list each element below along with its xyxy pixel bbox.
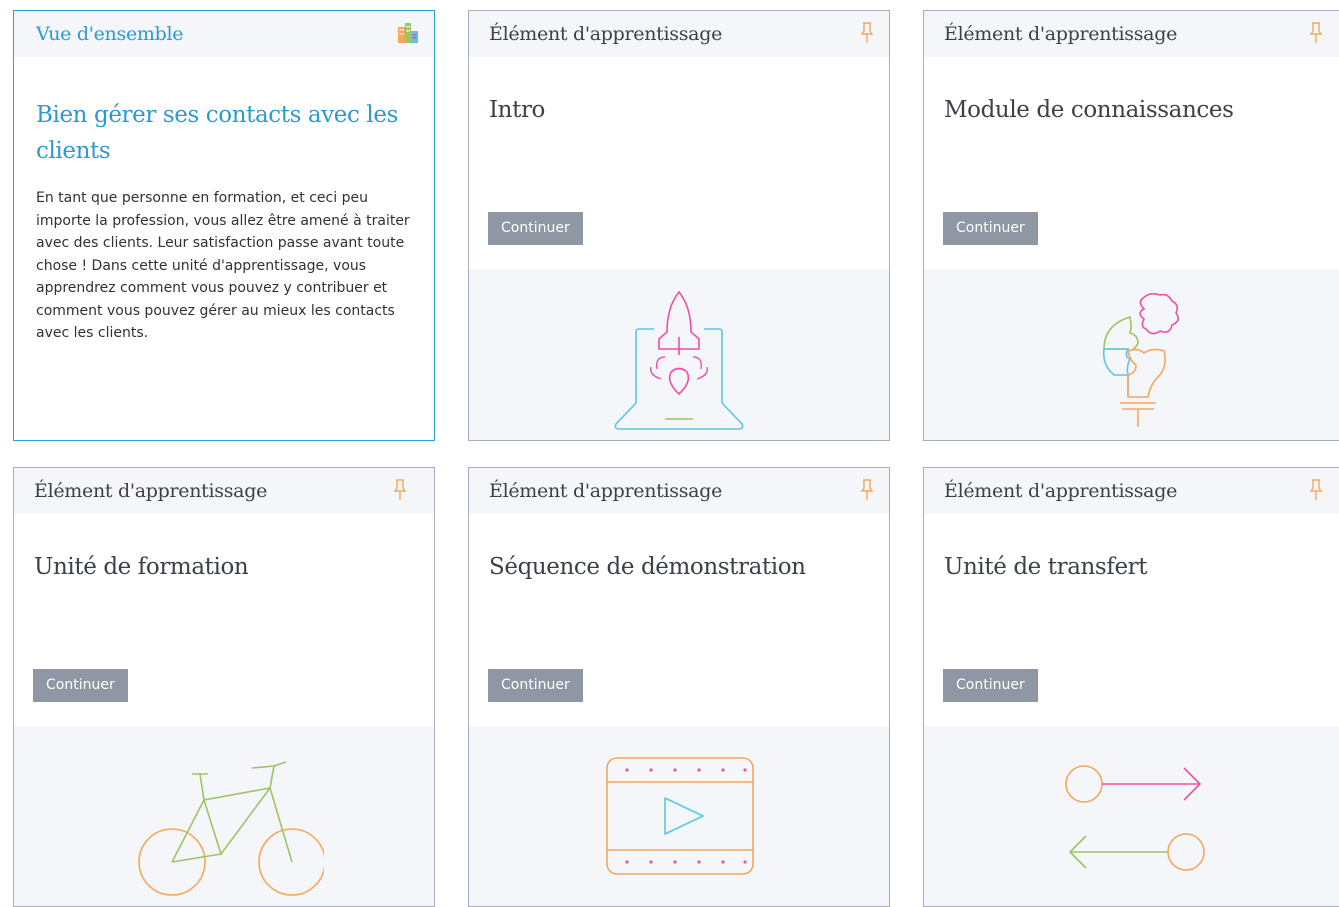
card-title: Module de connaissances — [944, 97, 1234, 123]
overview-header-label: Vue d'ensemble — [36, 23, 184, 45]
continue-button[interactable]: Continuer — [488, 669, 583, 702]
card-header: Élément d'apprentissage — [924, 468, 1339, 514]
card-header-label: Élément d'apprentissage — [489, 23, 723, 45]
video-film-icon — [606, 757, 754, 875]
continue-button[interactable]: Continuer — [33, 669, 128, 702]
overview-header: Vue d'ensemble — [14, 11, 434, 57]
overview-title: Bien gérer ses contacts avec les clients — [36, 102, 398, 164]
card-header-label: Élément d'apprentissage — [489, 480, 723, 502]
card-header-label: Élément d'apprentissage — [944, 480, 1178, 502]
card-title: Unité de formation — [34, 554, 249, 580]
illustration-area — [469, 269, 889, 440]
transfer-arrows-icon — [1065, 765, 1205, 871]
learning-card-demo[interactable]: Élément d'apprentissage Séquence de démo… — [468, 467, 890, 907]
learning-card-training[interactable]: Élément d'apprentissage Unité de formati… — [13, 467, 435, 907]
card-header-label: Élément d'apprentissage — [944, 23, 1178, 45]
continue-button[interactable]: Continuer — [943, 212, 1038, 245]
card-title: Séquence de démonstration — [489, 554, 806, 580]
overview-description: En tant que personne en formation, et ce… — [36, 190, 410, 341]
card-header: Élément d'apprentissage — [14, 468, 434, 514]
card-title: Intro — [489, 97, 545, 123]
buildings-icon — [396, 21, 420, 50]
illustration-area — [924, 269, 1339, 440]
illustration-area — [14, 726, 434, 906]
learning-card-transfer[interactable]: Élément d'apprentissage Unité de transfe… — [923, 467, 1339, 907]
overview-card: Vue d'ensemble Bien gérer ses contacts a… — [13, 10, 435, 441]
pin-icon[interactable] — [859, 21, 875, 50]
card-header: Élément d'apprentissage — [924, 11, 1339, 57]
illustration-area — [924, 726, 1339, 906]
illustration-area — [469, 726, 889, 906]
puzzle-bulb-icon — [1102, 292, 1180, 427]
rocket-laptop-icon — [614, 290, 744, 430]
continue-button[interactable]: Continuer — [943, 669, 1038, 702]
pin-icon[interactable] — [392, 478, 408, 507]
card-header-label: Élément d'apprentissage — [34, 480, 268, 502]
learning-card-intro[interactable]: Élément d'apprentissage Intro Continuer — [468, 10, 890, 441]
continue-button[interactable]: Continuer — [488, 212, 583, 245]
pin-icon[interactable] — [1308, 478, 1324, 507]
bicycle-icon — [138, 761, 324, 896]
card-header: Élément d'apprentissage — [469, 468, 889, 514]
pin-icon[interactable] — [1308, 21, 1324, 50]
pin-icon[interactable] — [859, 478, 875, 507]
learning-card-module[interactable]: Élément d'apprentissage Module de connai… — [923, 10, 1339, 441]
card-header: Élément d'apprentissage — [469, 11, 889, 57]
card-title: Unité de transfert — [944, 554, 1148, 580]
